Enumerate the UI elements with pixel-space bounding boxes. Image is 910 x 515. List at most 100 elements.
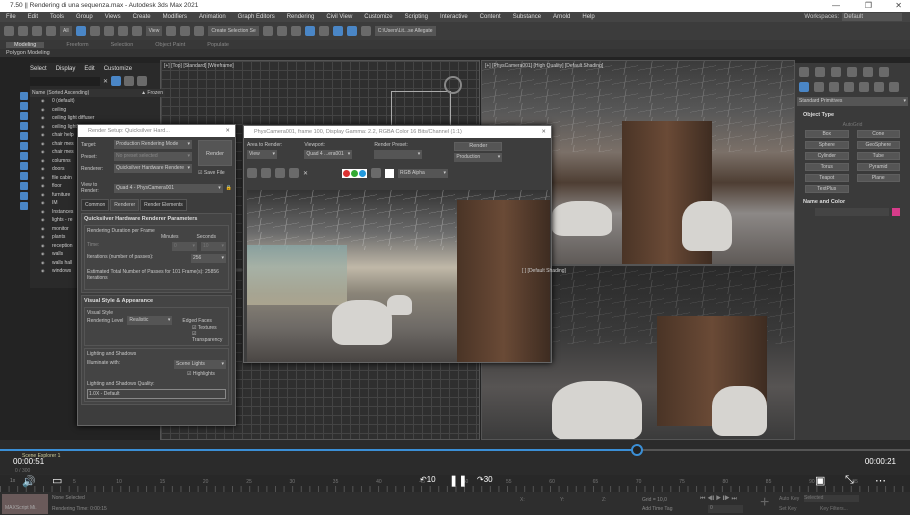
- spacewarps-icon[interactable]: [874, 82, 884, 92]
- set-key-button[interactable]: Set Key: [779, 506, 797, 512]
- scale-icon[interactable]: [131, 26, 142, 36]
- preset-dropdown[interactable]: [374, 150, 423, 159]
- primitive-button[interactable]: Sphere: [805, 141, 849, 149]
- save-file-checkbox[interactable]: Save File: [198, 170, 232, 176]
- time-minutes-spinner[interactable]: 0: [172, 242, 197, 251]
- ribbon-tab[interactable]: Populate: [207, 42, 229, 48]
- primitive-button[interactable]: Cylinder: [805, 152, 849, 160]
- modify-tab-icon[interactable]: [815, 67, 825, 77]
- filter-cameras-icon[interactable]: [20, 122, 28, 130]
- maximize-button[interactable]: ❐: [865, 0, 872, 12]
- color-swatch[interactable]: [385, 168, 395, 178]
- helpers-icon[interactable]: [859, 82, 869, 92]
- set-key-plus-icon[interactable]: +: [760, 494, 769, 512]
- systems-icon[interactable]: [889, 82, 899, 92]
- filter-spacewarps-icon[interactable]: [20, 142, 28, 150]
- explorer-search-input[interactable]: [30, 76, 100, 86]
- menu-item[interactable]: Create: [133, 14, 151, 20]
- scene-explorer-icon[interactable]: [290, 26, 301, 36]
- ref-coord-dropdown[interactable]: View: [145, 26, 163, 36]
- menu-item[interactable]: Civil View: [326, 14, 352, 20]
- playback-speed[interactable]: 1x: [10, 478, 15, 484]
- key-filters-button[interactable]: Key Filters...: [820, 506, 848, 512]
- skip-forward-button[interactable]: ↷30: [477, 475, 493, 484]
- primitive-button[interactable]: GeoSphere: [856, 141, 900, 149]
- viewport-label[interactable]: [ ] [Default Shading]: [522, 268, 566, 274]
- explorer-row[interactable]: ceiling light diffuser: [30, 114, 160, 123]
- time-seconds-spinner[interactable]: 10: [201, 242, 226, 251]
- snap-icon[interactable]: [166, 26, 177, 36]
- exit-fullscreen-icon[interactable]: ⤡: [845, 474, 854, 487]
- current-frame-field[interactable]: 0: [708, 505, 743, 513]
- ribbon-tab[interactable]: Freeform: [66, 42, 88, 48]
- menu-item[interactable]: Substance: [513, 14, 541, 20]
- menu-item[interactable]: File: [6, 14, 16, 20]
- undo-icon[interactable]: [4, 26, 14, 36]
- volume-icon[interactable]: 🔊: [22, 475, 36, 488]
- move-icon[interactable]: [103, 26, 114, 36]
- link-icon[interactable]: [32, 26, 42, 36]
- cameras-icon[interactable]: [844, 82, 854, 92]
- filter-xrefs-icon[interactable]: [20, 162, 28, 170]
- primitive-button[interactable]: Pyramid: [856, 163, 900, 171]
- project-path-dropdown[interactable]: C:\Users\Lit...se Allegate: [374, 26, 436, 36]
- iterations-spinner[interactable]: 256: [191, 254, 226, 263]
- preset-dropdown[interactable]: No preset selected: [114, 152, 192, 161]
- menu-item[interactable]: Graph Editors: [238, 14, 275, 20]
- menu-item[interactable]: Group: [76, 14, 93, 20]
- print-icon[interactable]: [289, 168, 299, 178]
- filter-frozen-icon[interactable]: [20, 192, 28, 200]
- explorer-menu-item[interactable]: Customize: [104, 66, 132, 72]
- redo-icon[interactable]: [18, 26, 28, 36]
- percent-snap-icon[interactable]: [194, 26, 205, 36]
- curve-editor-icon[interactable]: [318, 26, 329, 36]
- auto-key-button[interactable]: Auto Key: [779, 496, 799, 502]
- maxscript-listener[interactable]: MAXScript Mi.: [2, 494, 48, 514]
- primitive-button[interactable]: Cone: [856, 130, 900, 138]
- explorer-menu-item[interactable]: Select: [30, 66, 47, 72]
- lights-icon[interactable]: [829, 82, 839, 92]
- geometry-icon[interactable]: [799, 82, 809, 92]
- mirror-icon[interactable]: [262, 26, 273, 36]
- explorer-menu-item[interactable]: Edit: [84, 66, 94, 72]
- selection-filter-dropdown[interactable]: All: [60, 26, 72, 36]
- transparency-checkbox[interactable]: Transparency: [87, 331, 226, 343]
- explorer-menu-item[interactable]: Display: [56, 66, 76, 72]
- edged-faces-checkbox[interactable]: Edged Faces: [182, 318, 211, 324]
- blue-channel-icon[interactable]: [359, 169, 367, 177]
- primitive-button[interactable]: TextPlus: [805, 185, 849, 193]
- display-tab-icon[interactable]: [863, 67, 873, 77]
- pause-button[interactable]: ❚❚: [449, 474, 467, 487]
- viewport-label[interactable]: [+] [Top] [Standard] [Wireframe]: [164, 63, 234, 69]
- add-time-tag[interactable]: Add Time Tag: [642, 506, 672, 512]
- menu-item[interactable]: Modifiers: [163, 14, 187, 20]
- render-icon[interactable]: [360, 26, 371, 36]
- tab-renderer[interactable]: Renderer: [110, 199, 140, 211]
- renderer-dropdown[interactable]: Quicksilver Hardware Rendere: [114, 164, 192, 173]
- hierarchy-tab-icon[interactable]: [831, 67, 841, 77]
- key-set-dropdown[interactable]: Selected: [804, 495, 859, 502]
- select-object-icon[interactable]: [75, 26, 86, 36]
- menu-item[interactable]: Tools: [50, 14, 64, 20]
- unlink-icon[interactable]: [46, 26, 56, 36]
- menu-item[interactable]: Interactive: [440, 14, 468, 20]
- iterations-radio[interactable]: Iterations (number of passes):: [87, 254, 187, 263]
- minimize-button[interactable]: —: [832, 0, 840, 12]
- category-dropdown[interactable]: Standard Primitives: [797, 97, 908, 106]
- column-name[interactable]: Name (Sorted Ascending): [32, 90, 89, 96]
- explorer-row[interactable]: 0 (default): [30, 97, 160, 106]
- create-tab-icon[interactable]: [799, 67, 809, 77]
- miniplayer-icon[interactable]: ▣: [815, 474, 825, 487]
- motion-tab-icon[interactable]: [847, 67, 857, 77]
- rendered-frame-window-icon[interactable]: [346, 26, 357, 36]
- utilities-tab-icon[interactable]: [879, 67, 889, 77]
- render-button[interactable]: Render: [198, 140, 232, 166]
- channel-dropdown[interactable]: RGB Alpha: [398, 168, 449, 178]
- render-button[interactable]: Render: [454, 142, 503, 151]
- layer-icon[interactable]: [137, 76, 148, 86]
- primitive-button[interactable]: Teapot: [805, 174, 849, 182]
- object-name-input[interactable]: [815, 208, 889, 216]
- close-icon[interactable]: ✕: [225, 125, 230, 137]
- primitive-button[interactable]: Tube: [856, 152, 900, 160]
- filter-bones-icon[interactable]: [20, 172, 28, 180]
